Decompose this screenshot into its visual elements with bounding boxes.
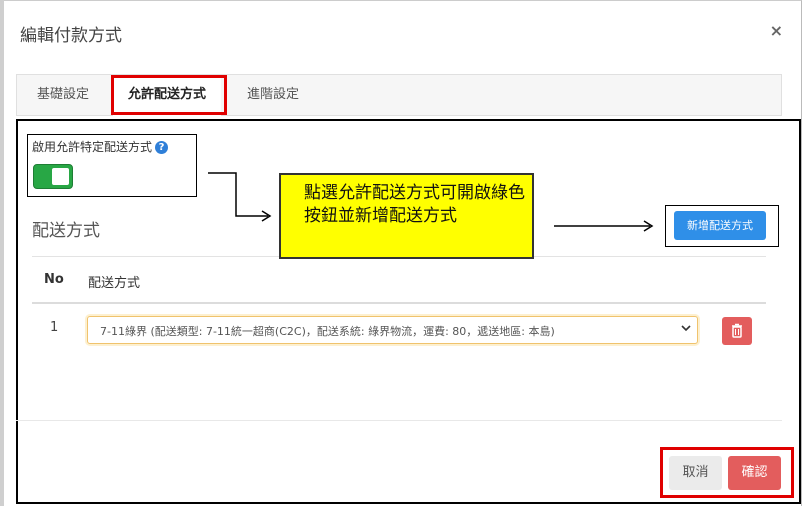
arrow-toggle-to-callout — [208, 172, 272, 222]
cancel-button[interactable]: 取消 — [669, 456, 722, 490]
footer-divider — [16, 420, 782, 421]
arrow-callout-to-add-button — [554, 220, 654, 232]
confirm-button[interactable]: 確認 — [728, 456, 781, 490]
annotation-arrows — [208, 172, 654, 232]
